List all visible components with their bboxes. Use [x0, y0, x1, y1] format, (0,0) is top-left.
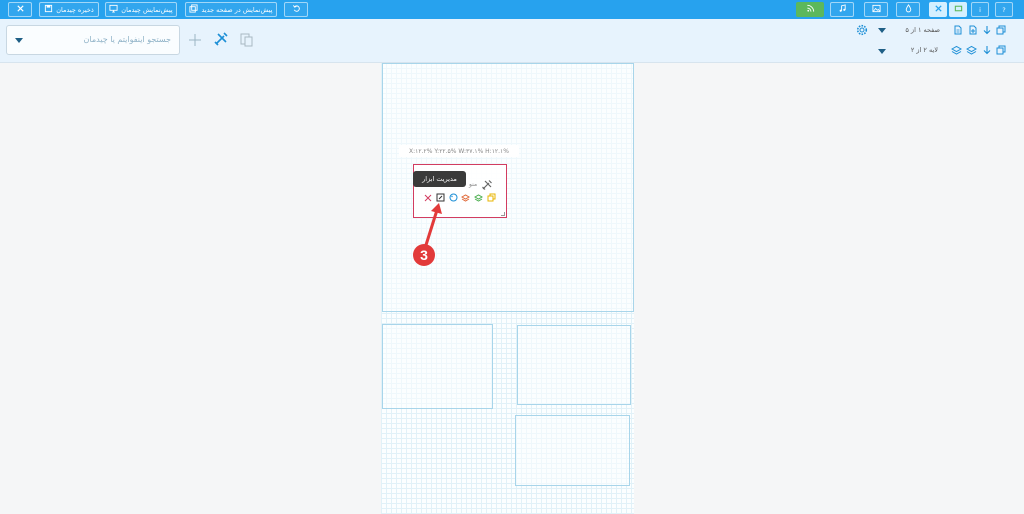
duplicate-icon[interactable] — [487, 193, 496, 202]
undo-icon — [292, 4, 301, 15]
info-label: i — [979, 5, 981, 14]
layout-section-bottom[interactable] — [515, 415, 630, 486]
duplicate-layer-icon[interactable] — [996, 45, 1006, 55]
editor-toolbar: جستجو اینفوایتم یا چیدمان صفحه ۱ از ۵ لا… — [0, 19, 1024, 63]
tools-toggle-button[interactable] — [929, 2, 947, 17]
close-icon — [16, 4, 25, 15]
settings-gear-icon[interactable] — [856, 24, 868, 36]
palette-icon[interactable] — [449, 193, 458, 202]
image-icon — [871, 4, 881, 15]
edit-icon[interactable] — [436, 193, 445, 202]
monitor-icon — [109, 4, 118, 15]
rss-icon — [806, 4, 815, 15]
preview-new-page-button[interactable]: پیش‌نمایش در صفحه جدید — [185, 2, 277, 17]
infoitem-search-select[interactable]: جستجو اینفوایتم یا چیدمان — [6, 25, 180, 55]
search-placeholder: جستجو اینفوایتم یا چیدمان — [83, 35, 171, 44]
move-down-icon[interactable] — [982, 25, 992, 35]
page-icon[interactable] — [953, 25, 963, 35]
music-icon — [838, 4, 847, 15]
tools-icon — [934, 4, 943, 15]
add-layer-icon[interactable] — [966, 45, 977, 55]
add-icon[interactable] — [188, 33, 202, 47]
add-page-icon[interactable] — [968, 25, 978, 35]
copy-icon — [189, 4, 199, 15]
info-button[interactable]: i — [971, 2, 989, 17]
page-counter: صفحه ۱ از ۵ — [905, 26, 940, 34]
rss-button[interactable] — [796, 2, 824, 17]
preview-new-page-label: پیش‌نمایش در صفحه جدید — [201, 5, 273, 14]
tools-icon[interactable] — [213, 31, 229, 47]
layers-icon[interactable] — [951, 45, 962, 55]
undo-button[interactable] — [284, 2, 308, 17]
tooltip: مدیریت ابزار — [413, 171, 466, 187]
frame-toggle-button[interactable] — [949, 2, 967, 17]
preview-layout-label: پیش‌نمایش چیدمان — [121, 5, 173, 14]
music-button[interactable] — [830, 2, 854, 17]
layer-counter: لایه ۲ از ۲ — [910, 46, 938, 54]
image-button[interactable] — [864, 2, 888, 17]
widget-menu-text: منو — [469, 181, 478, 188]
resize-handle[interactable] — [501, 212, 505, 216]
layer-up-icon[interactable] — [461, 193, 470, 202]
step-marker: 3 — [413, 244, 435, 266]
save-layout-button[interactable]: ذخیره چیدمان — [39, 2, 99, 17]
close-button[interactable] — [8, 2, 32, 17]
duplicate-page-icon[interactable] — [996, 25, 1006, 35]
save-layout-label: ذخیره چیدمان — [56, 5, 94, 14]
layer-move-icon[interactable] — [474, 193, 483, 202]
position-readout: X:۱۲.۲% Y:۲۲.۵% W:۳۷.۱% H:۱۲.۱% — [399, 145, 519, 157]
drop-button[interactable] — [896, 2, 920, 17]
preview-layout-button[interactable]: پیش‌نمایش چیدمان — [105, 2, 177, 17]
drop-icon — [904, 4, 913, 15]
paste-icon[interactable] — [239, 32, 254, 47]
tools-icon[interactable] — [481, 179, 493, 191]
layout-section-right[interactable] — [517, 325, 631, 405]
save-icon — [44, 4, 53, 15]
page-select-chevron-icon[interactable] — [878, 28, 886, 33]
layer-down-icon[interactable] — [982, 45, 992, 55]
layer-select-chevron-icon[interactable] — [878, 49, 886, 54]
top-toolbar: ذخیره چیدمان پیش‌نمایش چیدمان پیش‌نمایش … — [0, 0, 1024, 19]
layout-section-left[interactable] — [382, 324, 493, 409]
help-button[interactable]: ? — [995, 2, 1013, 17]
frame-icon — [954, 4, 963, 15]
chevron-down-icon[interactable] — [15, 38, 23, 43]
help-label: ? — [1002, 5, 1006, 14]
delete-icon[interactable] — [424, 194, 432, 202]
